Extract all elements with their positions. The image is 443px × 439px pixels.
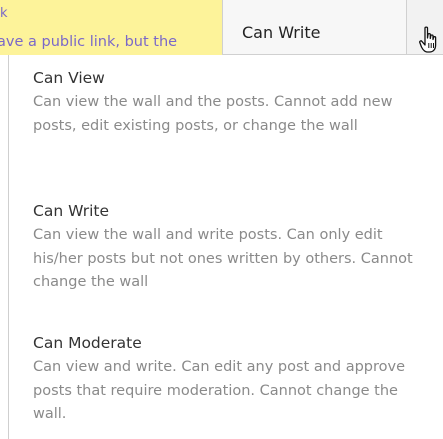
option-title: Can Moderate [33, 334, 142, 352]
option-can-write[interactable]: Can Write Can view the wall and write po… [33, 200, 433, 295]
option-title: Can Write [33, 202, 109, 220]
option-description: Can view the wall and write posts. Can o… [33, 227, 413, 290]
option-can-moderate[interactable]: Can Moderate Can view and write. Can edi… [33, 332, 433, 427]
sharing-permissions-panel: k ave a public link, but the Can Write C… [0, 0, 443, 439]
permission-select[interactable]: Can Write [222, 0, 407, 55]
notice-corner-text: k [0, 6, 8, 21]
permission-select-value: Can Write [242, 23, 321, 42]
option-can-view[interactable]: Can View Can view the wall and the posts… [33, 67, 433, 138]
option-title: Can View [33, 69, 105, 87]
option-description: Can view the wall and the posts. Cannot … [33, 94, 393, 134]
public-link-notice: k ave a public link, but the [0, 0, 222, 55]
option-description: Can view and write. Can edit any post an… [33, 359, 406, 422]
hand-pointer-cursor-icon [419, 26, 437, 53]
notice-text: ave a public link, but the [0, 34, 178, 50]
permission-dropdown-toggle[interactable] [407, 0, 443, 55]
permission-dropdown-menu: Can View Can view the wall and the posts… [8, 55, 443, 439]
